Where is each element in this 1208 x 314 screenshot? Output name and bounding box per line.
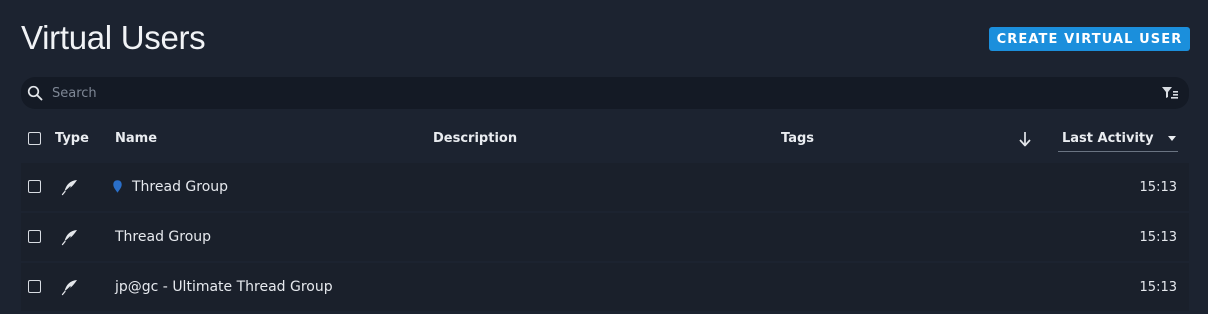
sort-field-select[interactable]: Last Activity [1058,126,1178,152]
search-input[interactable] [52,83,1152,103]
column-header-name[interactable]: Name [115,130,157,148]
row-checkbox[interactable] [28,230,41,243]
column-header-type[interactable]: Type [55,130,89,148]
row-name[interactable]: Thread Group [132,178,228,196]
row-name[interactable]: Thread Group [115,228,211,246]
column-header-tags[interactable]: Tags [781,130,814,148]
row-last-activity: 15:13 [1139,280,1177,295]
sort-field-label: Last Activity [1062,131,1154,146]
sort-direction-arrow-down-icon[interactable] [1018,131,1032,147]
feather-icon [61,180,77,196]
row-last-activity: 15:13 [1139,230,1177,245]
table-row[interactable]: Thread Group 15:13 [21,163,1189,211]
table-row[interactable]: jp@gc - Ultimate Thread Group 15:13 [21,263,1189,311]
row-last-activity: 15:13 [1139,180,1177,195]
table-row[interactable]: Thread Group 15:13 [21,213,1189,261]
page-title: Virtual Users [21,19,206,56]
select-all-checkbox[interactable] [28,132,41,145]
feather-icon [61,280,77,296]
row-checkbox[interactable] [28,280,41,293]
search-bar[interactable] [21,77,1189,109]
tag-marker-icon [113,180,122,193]
feather-icon [61,230,77,246]
create-virtual-user-button[interactable]: CREATE VIRTUAL USER [989,27,1190,51]
column-header-description[interactable]: Description [433,130,517,148]
chevron-down-icon [1168,136,1176,141]
search-icon [27,85,43,101]
row-name[interactable]: jp@gc - Ultimate Thread Group [115,278,333,296]
filter-icon[interactable] [1162,87,1178,99]
row-checkbox[interactable] [28,180,41,193]
